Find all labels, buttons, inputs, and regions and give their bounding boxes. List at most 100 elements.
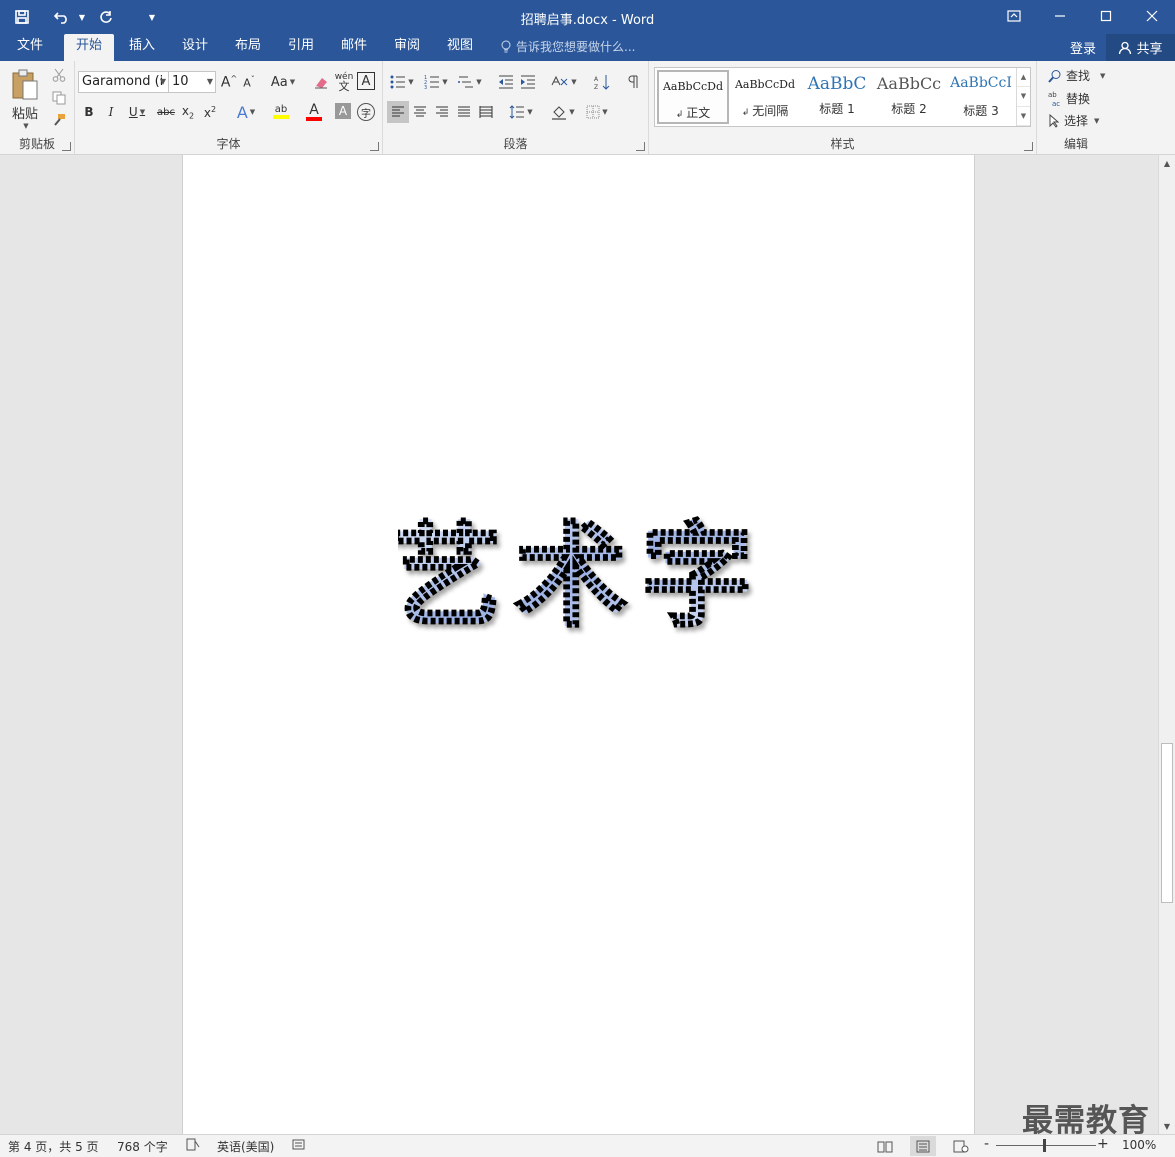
superscript-button[interactable]: x2 [201, 101, 219, 123]
font-name-combo[interactable]: Garamond (i ▼ [78, 71, 169, 93]
font-size-combo[interactable]: 10 ▼ [168, 71, 216, 93]
scroll-up-arrow[interactable]: ▲ [1159, 155, 1175, 171]
customize-qat-button[interactable]: ▼ [146, 5, 158, 29]
enclose-characters-button[interactable]: 字 [357, 103, 375, 121]
align-left-button[interactable] [387, 101, 409, 123]
tab-layout[interactable]: 布局 [224, 34, 272, 61]
lightbulb-icon [501, 40, 511, 52]
align-center-button[interactable] [409, 101, 431, 123]
style-normal[interactable]: AaBbCcDd ↲ 正文 [657, 70, 729, 124]
page-count[interactable]: 第 4 页，共 5 页 [8, 1138, 99, 1155]
italic-button[interactable]: I [102, 101, 120, 123]
shrink-font-button[interactable]: Aˇ [240, 71, 258, 93]
svg-text:A: A [594, 76, 599, 83]
undo-button[interactable] [48, 5, 76, 29]
save-button[interactable] [8, 5, 36, 29]
gallery-scroll-down[interactable]: ▼ [1017, 87, 1030, 107]
change-case-button[interactable]: Aa ▼ [268, 71, 298, 93]
distributed-button[interactable] [475, 101, 497, 123]
paintbrush-icon [54, 114, 65, 126]
ribbon-display-options-button[interactable] [991, 0, 1037, 32]
tab-view[interactable]: 视图 [436, 34, 484, 61]
strikethrough-button[interactable]: abc [155, 101, 177, 123]
sign-in-link[interactable]: 登录 [1070, 38, 1096, 57]
tell-me-box[interactable]: 告诉我您想要做什么... [500, 38, 635, 55]
scroll-thumb[interactable] [1161, 743, 1173, 903]
copy-button[interactable] [50, 89, 68, 107]
bold-button[interactable]: B [80, 101, 98, 123]
character-border-button[interactable]: A [357, 72, 375, 90]
style-no-spacing[interactable]: AaBbCcDd ↲ 无间隔 [729, 70, 801, 124]
zoom-slider-track[interactable] [996, 1145, 1096, 1146]
gallery-scroll-up[interactable]: ▲ [1017, 68, 1030, 88]
subscript-button[interactable]: x2 [179, 101, 197, 123]
tab-home[interactable]: 开始 [64, 34, 114, 61]
tab-design[interactable]: 设计 [171, 34, 219, 61]
line-spacing-button[interactable]: ▼ [505, 101, 537, 123]
format-painter-button[interactable] [50, 111, 68, 129]
tab-references[interactable]: 引用 [277, 34, 325, 61]
show-hide-marks-button[interactable] [624, 71, 642, 93]
chinese-layout-icon [551, 75, 568, 86]
proofing-icon[interactable] [186, 1138, 200, 1154]
clear-formatting-button[interactable] [311, 71, 331, 93]
scroll-down-arrow[interactable]: ▼ [1159, 1118, 1175, 1134]
macro-record-icon[interactable] [292, 1138, 306, 1154]
underline-button[interactable]: U ▼ [123, 101, 151, 123]
shading-button[interactable]: ▼ [548, 101, 578, 123]
tab-mailings[interactable]: 邮件 [330, 34, 378, 61]
replace-button[interactable]: ab ac 替换 [1048, 90, 1090, 107]
paragraph-dialog-launcher[interactable] [636, 142, 645, 151]
zoom-level[interactable]: 100% [1122, 1138, 1156, 1152]
minimize-button[interactable] [1037, 0, 1083, 32]
redo-button[interactable] [92, 5, 120, 29]
tab-file[interactable]: 文件 [6, 34, 54, 61]
style-heading-3[interactable]: AaBbCcI 标题 3 [945, 70, 1017, 124]
styles-dialog-launcher[interactable] [1024, 142, 1033, 151]
cut-button[interactable] [50, 66, 68, 84]
paragraph-mark-icon [628, 75, 638, 88]
style-heading-1[interactable]: AaBbC 标题 1 [801, 70, 873, 124]
chinese-layout-button[interactable]: ▼ [549, 71, 579, 93]
vertical-scrollbar[interactable]: ▲ ▼ [1158, 155, 1175, 1134]
tab-review[interactable]: 审阅 [383, 34, 431, 61]
increase-indent-button[interactable] [518, 71, 538, 93]
font-dialog-launcher[interactable] [370, 142, 379, 151]
select-button[interactable]: 选择 ▼ [1048, 112, 1099, 129]
word-count[interactable]: 768 个字 [117, 1138, 168, 1155]
share-button[interactable]: 共享 [1106, 34, 1175, 61]
decrease-indent-button[interactable] [496, 71, 516, 93]
highlight-color-button[interactable]: ab [265, 101, 297, 123]
maximize-button[interactable] [1083, 0, 1129, 32]
undo-dropdown[interactable]: ▼ [76, 5, 88, 29]
find-button[interactable]: 查找 ▼ [1048, 67, 1105, 84]
print-layout-button[interactable] [910, 1136, 936, 1156]
zoom-slider-thumb[interactable] [1043, 1139, 1046, 1152]
close-button[interactable] [1129, 0, 1175, 32]
numbering-button[interactable]: 1 2 3 ▼ [421, 71, 451, 93]
gallery-more[interactable]: ▼ [1017, 107, 1030, 126]
read-mode-button[interactable] [872, 1136, 898, 1156]
clipboard-dialog-launcher[interactable] [62, 142, 71, 151]
justify-button[interactable] [453, 101, 475, 123]
person-icon [1119, 41, 1132, 54]
zoom-out-button[interactable]: - [984, 1136, 989, 1152]
web-layout-button[interactable] [948, 1136, 974, 1156]
font-color-button[interactable]: A [299, 101, 329, 123]
bullets-button[interactable]: ▼ [387, 71, 417, 93]
phonetic-guide-button[interactable]: wén 文 [334, 71, 354, 93]
align-right-button[interactable] [431, 101, 453, 123]
language-indicator[interactable]: 英语(美国) [217, 1138, 274, 1155]
character-shading-button[interactable]: A [335, 103, 351, 119]
quick-access-toolbar: ▼ ▼ [8, 5, 158, 29]
multilevel-list-button[interactable]: ▼ [455, 71, 485, 93]
tab-insert[interactable]: 插入 [118, 34, 166, 61]
paste-button[interactable]: 粘贴 ▼ [6, 67, 44, 131]
sort-button[interactable]: AZ [591, 71, 613, 93]
status-bar: 第 4 页，共 5 页 768 个字 英语(美国) - + 100% [0, 1134, 1175, 1157]
borders-button[interactable]: ▼ [582, 101, 612, 123]
grow-font-button[interactable]: A^ [220, 71, 238, 93]
style-heading-2[interactable]: AaBbCc 标题 2 [873, 70, 945, 124]
text-effects-button[interactable]: A ▼ [231, 101, 261, 123]
wordart-object[interactable]: 艺术字 [398, 505, 758, 645]
